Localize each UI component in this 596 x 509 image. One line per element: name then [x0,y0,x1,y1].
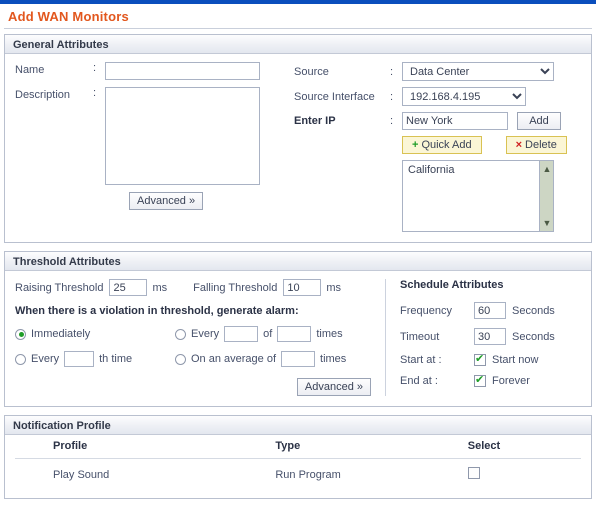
column-header-profile: Profile [15,435,276,459]
scroll-up-icon[interactable]: ▲ [542,164,552,174]
cross-icon: × [515,139,523,151]
every-of-count-input[interactable] [224,326,259,342]
frequency-unit: Seconds [512,304,555,317]
raising-threshold-input[interactable] [109,279,148,296]
average-post-label: times [320,353,347,365]
column-header-select: Select [467,435,581,459]
radio-immediately-label: Immediately [31,328,91,340]
source-select[interactable]: Data Center [402,62,554,81]
every-of-pre-label: Every [191,328,220,340]
add-ip-button[interactable]: Add [517,112,561,130]
radio-on-average-icon[interactable] [175,353,186,365]
radio-every-of-times[interactable]: Every of times [175,326,375,342]
cell-type: Run Program [275,468,341,481]
name-label: Name [15,64,45,76]
schedule-attributes-column: Schedule Attributes Frequency Seconds Ti… [385,279,581,396]
name-colon: : [93,62,97,74]
every-nth-post-label: th time [99,353,133,365]
enter-ip-colon: : [390,115,394,127]
list-item[interactable]: California [403,161,553,179]
general-right-column: Source : Data Center Source Interface : … [290,62,581,232]
start-now-checkbox[interactable]: Start now [474,353,539,366]
every-of-total-input[interactable] [277,326,312,342]
general-advanced-button[interactable]: Advanced » [129,192,204,210]
threshold-attributes-header: Threshold Attributes [5,252,591,271]
description-textarea[interactable] [105,87,260,185]
notification-profile-header: Notification Profile [5,416,591,435]
falling-threshold-unit: ms [326,281,341,294]
ip-listbox-scrollbar[interactable]: ▲ ▼ [539,161,553,231]
falling-threshold-label: Falling Threshold [193,281,278,294]
source-interface-label: Source Interface [294,90,375,103]
description-label: Description [15,89,71,101]
radio-on-average[interactable]: On an average of times [175,351,375,367]
average-input[interactable] [281,351,316,367]
falling-threshold-input[interactable] [283,279,322,296]
every-nth-input[interactable] [64,351,95,367]
forever-check-icon[interactable] [474,374,486,387]
page-title: Add WAN Monitors [8,9,129,24]
every-of-mid-label: of [263,328,273,340]
start-now-label: Start now [492,354,539,366]
source-interface-colon: : [390,90,394,103]
threshold-advanced-button[interactable]: Advanced » [296,378,371,396]
enter-ip-input[interactable] [402,112,508,130]
ip-listbox[interactable]: California ▲ ▼ [402,160,554,232]
name-input[interactable] [105,62,260,80]
start-at-label: Start at : [400,354,442,366]
raising-threshold-label: Raising Threshold [15,281,104,294]
threshold-left-column: Raising Threshold ms Falling Threshold m… [15,279,385,396]
plus-icon: + [412,139,419,151]
schedule-attributes-title: Schedule Attributes [400,279,504,291]
end-at-label: End at : [400,375,438,387]
cell-profile: Play Sound [53,468,110,481]
quick-add-button[interactable]: + Quick Add [402,136,482,154]
radio-every-of-times-icon[interactable] [175,328,186,340]
timeout-input[interactable] [474,328,506,345]
start-now-check-icon[interactable] [474,353,486,366]
source-colon: : [390,65,394,78]
general-attributes-header: General Attributes [5,35,591,54]
notification-profile-table: Profile Type Select Play Sound Run Progr… [15,435,581,492]
title-divider [4,28,592,29]
delete-button[interactable]: × Delete [505,136,567,154]
forever-label: Forever [492,375,530,387]
quick-add-label: Quick Add [421,139,472,151]
timeout-unit: Seconds [512,330,555,343]
enter-ip-label: Enter IP [294,115,336,127]
average-pre-label: On an average of [191,353,277,365]
delete-label: Delete [525,139,557,151]
source-interface-select[interactable]: 192.168.4.195 [402,87,526,106]
scroll-down-icon[interactable]: ▼ [542,218,552,228]
frequency-input[interactable] [474,302,506,319]
table-header-row: Profile Type Select [15,435,581,459]
radio-every-nth-time[interactable]: Every th time [15,351,175,367]
general-attributes-panel: General Attributes Name : Description : … [4,34,592,243]
every-of-post-label: times [316,328,343,340]
violation-text: When there is a violation in threshold, … [15,305,299,317]
notification-profile-panel: Notification Profile Profile Type Select… [4,415,592,499]
general-left-column: Name : Description : Advanced » [15,62,290,232]
description-colon: : [93,87,97,99]
threshold-attributes-panel: Threshold Attributes Raising Threshold m… [4,251,592,407]
frequency-label: Frequency [400,304,452,317]
radio-immediately[interactable]: Immediately [15,326,175,342]
radio-every-nth-time-icon[interactable] [15,353,26,365]
raising-threshold-unit: ms [152,281,168,294]
row-select-checkbox[interactable] [467,467,480,479]
source-label: Source [294,65,329,78]
forever-checkbox[interactable]: Forever [474,374,530,387]
column-header-type: Type [275,435,468,459]
radio-immediately-icon[interactable] [15,328,26,340]
every-nth-pre-label: Every [31,353,60,365]
table-row: Play Sound Run Program [15,459,581,493]
timeout-label: Timeout [400,330,440,343]
